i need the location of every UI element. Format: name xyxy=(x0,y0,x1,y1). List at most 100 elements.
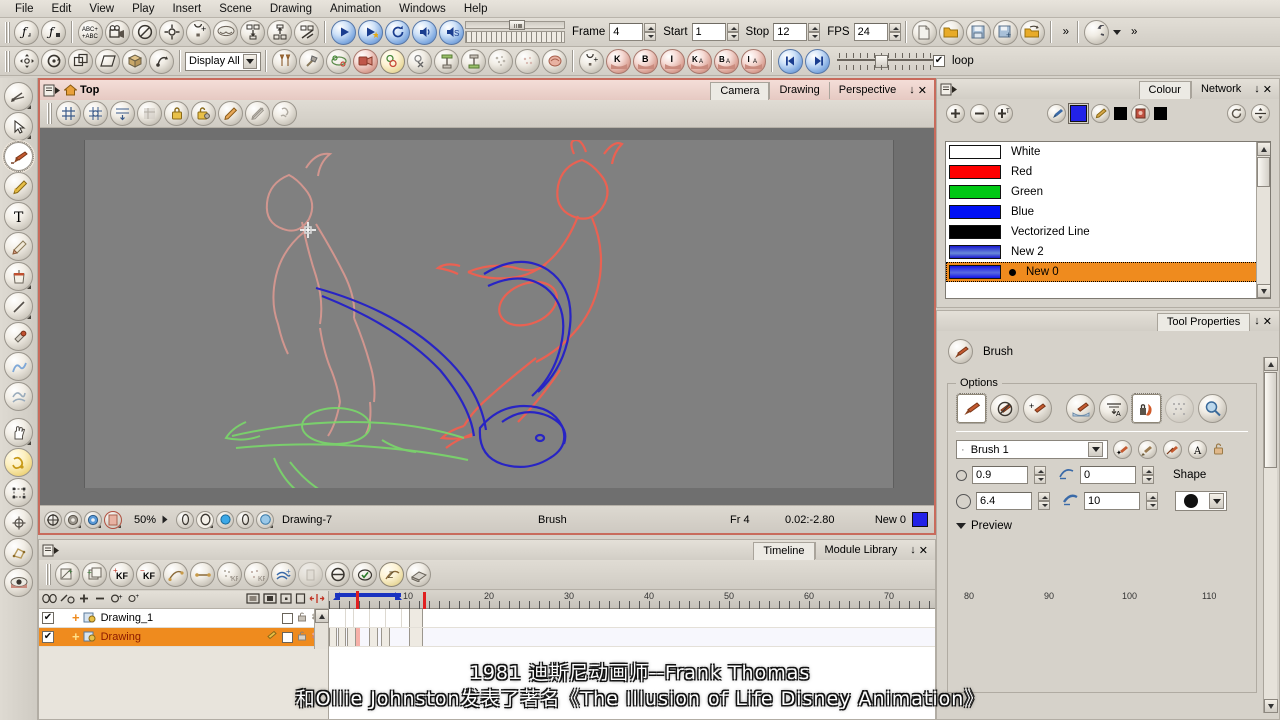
toolbar-overflow-2[interactable]: » xyxy=(1131,26,1137,38)
camera-canvas-area[interactable] xyxy=(40,128,934,505)
render-icon[interactable] xyxy=(256,510,275,529)
prev-frame-icon[interactable] xyxy=(778,48,803,74)
min-size-stepper[interactable] xyxy=(1034,466,1046,484)
fill-blue-icon[interactable] xyxy=(1068,102,1089,124)
light-table-icon-2[interactable] xyxy=(196,510,215,529)
key-ia-icon[interactable]: IA xyxy=(741,48,766,74)
timeline-toolbar-grip[interactable] xyxy=(46,564,51,585)
tab-colour[interactable]: Colour xyxy=(1138,81,1191,99)
smoothness-stepper[interactable] xyxy=(1142,466,1154,484)
align-top-icon[interactable] xyxy=(434,48,459,74)
current-frame-cell[interactable] xyxy=(356,628,360,646)
function-icon[interactable]: ƒ xyxy=(41,19,66,45)
layer-colour-swatch[interactable] xyxy=(282,612,293,624)
close-icon-colour[interactable]: ✕ xyxy=(1263,83,1272,96)
gear-blue-icon[interactable] xyxy=(84,510,102,529)
sparkle-icon[interactable] xyxy=(488,48,513,74)
swatch-row-vectorized-line[interactable]: Vectorized Line xyxy=(946,222,1270,242)
select-tool[interactable] xyxy=(4,112,33,141)
add-peg-icon[interactable] xyxy=(326,48,351,74)
contour-tool[interactable] xyxy=(4,382,33,411)
dropper-tool[interactable] xyxy=(4,322,33,351)
next-frame-icon[interactable] xyxy=(805,48,830,74)
contour-stepper[interactable] xyxy=(1146,492,1158,510)
pencil-line-icon[interactable] xyxy=(218,101,243,126)
rect-icon[interactable] xyxy=(295,592,306,607)
lock-icon-preset[interactable] xyxy=(1212,442,1225,458)
frame-field[interactable]: 4 xyxy=(609,23,644,41)
menu-item-windows[interactable]: Windows xyxy=(390,2,455,16)
start-stepper[interactable] xyxy=(726,23,739,41)
layer-visibility-checkbox[interactable] xyxy=(42,612,54,624)
minimize-icon-timeline[interactable]: ↓ xyxy=(910,544,916,556)
expand-layer-icon[interactable]: + xyxy=(72,611,80,624)
add-pivot-icon[interactable]: + xyxy=(127,593,141,607)
add-peg-icon-tl[interactable]: + xyxy=(110,593,124,607)
hammer-icon[interactable] xyxy=(299,48,324,74)
swatch-row-red[interactable]: Red xyxy=(946,162,1270,182)
key-i-icon[interactable]: I xyxy=(660,48,685,74)
tp-scroll-down-icon[interactable] xyxy=(1264,699,1278,713)
min-size-field[interactable]: 0.9 xyxy=(972,466,1028,484)
add-keyframe-icon[interactable]: KF + xyxy=(109,562,134,587)
function-editor-icon[interactable]: ƒ xyxy=(14,19,39,45)
paste-special2-icon[interactable]: KF xyxy=(244,562,269,587)
onion-skin-tool[interactable] xyxy=(4,448,33,477)
swatch-row-new-0[interactable]: New 0 xyxy=(946,262,1270,282)
add-drawing-icon[interactable]: + xyxy=(55,562,80,587)
fps-field[interactable]: 24 xyxy=(853,23,888,41)
brush-tool[interactable] xyxy=(3,141,34,172)
onion-skin-icon[interactable] xyxy=(213,19,238,45)
grid-icon[interactable] xyxy=(56,101,81,126)
target-icon[interactable] xyxy=(159,19,184,45)
rename-brush-icon[interactable] xyxy=(1138,440,1157,459)
expand-down-icon[interactable] xyxy=(240,19,265,45)
layer-lock-icon[interactable] xyxy=(297,630,307,644)
scroll-up-icon[interactable] xyxy=(1257,142,1270,156)
flip-icon[interactable] xyxy=(122,48,147,74)
no-pencil-icon[interactable] xyxy=(245,101,270,126)
check-icon[interactable] xyxy=(352,562,377,587)
loop-checkbox[interactable] xyxy=(933,55,945,67)
menu-item-play[interactable]: Play xyxy=(123,2,163,16)
box-icon[interactable] xyxy=(263,592,277,607)
layer-colour-swatch[interactable] xyxy=(282,631,293,643)
remove-icon[interactable] xyxy=(94,593,107,607)
light-add-icon[interactable]: + xyxy=(186,19,211,45)
eraser-tool[interactable] xyxy=(4,232,33,261)
breadcrumb[interactable]: Top xyxy=(64,84,99,96)
tab-camera[interactable]: Camera xyxy=(710,82,770,100)
play-star-icon[interactable]: ★ xyxy=(358,19,383,45)
rotate-icon[interactable] xyxy=(41,48,66,74)
thumbnails-icon[interactable] xyxy=(246,592,260,607)
transform-icon[interactable] xyxy=(14,48,39,74)
stop-marker[interactable] xyxy=(423,592,426,609)
onion-red-icon-2[interactable] xyxy=(104,510,122,529)
colour-list-scrollbar[interactable] xyxy=(1256,142,1270,298)
menu-item-view[interactable]: View xyxy=(80,2,123,16)
zoom-level[interactable]: 50% xyxy=(134,514,156,526)
copy-icon[interactable] xyxy=(68,48,93,74)
skew-icon[interactable] xyxy=(95,48,120,74)
auto-fill-lock-icon[interactable] xyxy=(1131,393,1162,424)
brush-preset-select[interactable]: · Brush 1 xyxy=(956,440,1108,459)
brush-add-icon[interactable]: + xyxy=(1023,394,1052,423)
link-icon[interactable] xyxy=(60,593,75,607)
export-icon[interactable] xyxy=(1019,19,1045,45)
layer-lock-icon[interactable] xyxy=(297,611,307,625)
line-tool[interactable] xyxy=(4,292,33,321)
toolbar-overflow[interactable]: » xyxy=(1063,26,1069,38)
stop-field[interactable]: 12 xyxy=(773,23,808,41)
thumb-circle-icon[interactable] xyxy=(176,510,195,529)
brush-draw-icon[interactable] xyxy=(956,393,987,424)
pencil-colour-icon[interactable] xyxy=(1091,103,1110,123)
close-icon-timeline[interactable]: ✕ xyxy=(919,544,928,557)
max-size-field[interactable]: 6.4 xyxy=(976,492,1032,510)
bounding-box-tool[interactable] xyxy=(4,478,33,507)
sound-icon[interactable] xyxy=(412,19,437,45)
light-table-icon[interactable] xyxy=(272,101,297,126)
text-brush-icon[interactable]: A xyxy=(1188,440,1207,459)
view-toolbar-grip[interactable] xyxy=(47,103,52,124)
reset-icon[interactable] xyxy=(149,48,174,74)
panel-menu-icon-colour[interactable] xyxy=(940,82,958,96)
